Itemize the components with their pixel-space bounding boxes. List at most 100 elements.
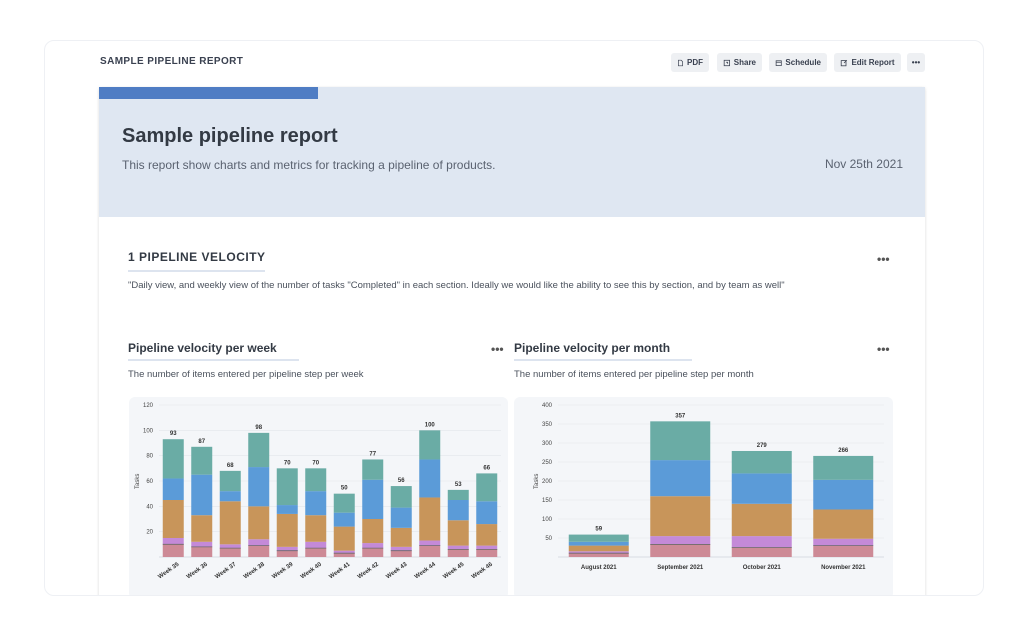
bar-segment xyxy=(248,506,270,540)
monthly-chart-title-underline xyxy=(514,359,692,361)
accent-strip xyxy=(99,87,318,99)
more-options-button[interactable]: ••• xyxy=(907,53,925,72)
x-tick-label: Week 36 xyxy=(186,561,210,580)
y-tick-label: 60 xyxy=(146,479,153,485)
bar-total-label: 87 xyxy=(198,439,205,445)
bar-segment xyxy=(276,550,298,557)
bar-segment xyxy=(305,491,327,516)
bar-total-label: 70 xyxy=(312,460,319,466)
x-tick-label: Week 41 xyxy=(328,561,352,580)
bar-segment xyxy=(162,544,184,557)
y-tick-label: 250 xyxy=(542,460,553,466)
bar-segment xyxy=(276,513,298,547)
bar-segment xyxy=(731,536,792,548)
monthly-chart: 50 100 150 200 250 300 350 400 Tasks 59 August 202… xyxy=(514,397,893,595)
bar-segment xyxy=(162,439,184,479)
y-tick-label: 300 xyxy=(542,441,553,447)
bar-segment xyxy=(813,479,874,510)
bar-segment xyxy=(419,545,441,557)
bar-segment xyxy=(476,501,498,525)
calendar-icon xyxy=(775,59,782,66)
bar-total-label: 93 xyxy=(170,431,177,437)
bar-segment xyxy=(813,509,874,539)
bar-segment xyxy=(650,421,711,461)
bar-segment xyxy=(731,450,792,474)
bar-segment xyxy=(305,548,327,557)
bar-segment xyxy=(568,541,629,546)
share-button-label: Share xyxy=(733,58,756,67)
edit-icon xyxy=(841,59,848,66)
bar-total-label: 279 xyxy=(757,443,768,449)
monthly-chart-more-button[interactable]: ••• xyxy=(877,342,890,356)
weekly-chart-subtitle: The number of items entered per pipeline… xyxy=(128,369,364,380)
report-header: Sample pipeline report This report show … xyxy=(99,87,925,217)
section-more-button[interactable]: ••• xyxy=(877,252,890,266)
bar-segment xyxy=(390,550,412,557)
bar-segment xyxy=(476,549,498,557)
bar-segment xyxy=(362,548,384,557)
schedule-button[interactable]: Schedule xyxy=(769,53,827,72)
bar-segment xyxy=(650,544,711,557)
bar-segment xyxy=(476,524,498,546)
bar-segment xyxy=(333,512,355,527)
bar-segment xyxy=(333,526,355,551)
weekly-chart-title: Pipeline velocity per week xyxy=(128,341,277,355)
bar-segment xyxy=(219,470,241,492)
section-description: "Daily view, and weekly view of the numb… xyxy=(128,280,785,291)
y-tick-label: 400 xyxy=(542,403,553,409)
bar-segment xyxy=(731,547,792,557)
bar-segment xyxy=(731,503,792,537)
x-tick-label: August 2021 xyxy=(581,565,617,571)
bar-segment xyxy=(390,546,412,551)
edit-report-button[interactable]: Edit Report xyxy=(834,53,901,72)
x-tick-label: Week 45 xyxy=(442,561,466,580)
report-description: This report show charts and metrics for … xyxy=(122,158,496,172)
bar-segment xyxy=(162,478,184,500)
bar-segment xyxy=(333,493,355,513)
bar-total-label: 56 xyxy=(398,478,405,484)
y-tick-label: 200 xyxy=(542,479,553,485)
schedule-button-label: Schedule xyxy=(785,58,821,67)
monthly-chart-svg: 50 100 150 200 250 300 350 400 Tasks 59 August 202… xyxy=(534,403,884,571)
y-axis-label: Tasks xyxy=(135,474,141,489)
weekly-chart-title-underline xyxy=(128,359,299,361)
bar-segment xyxy=(390,527,412,547)
x-tick-label: Week 43 xyxy=(385,561,409,580)
x-tick-label: November 2021 xyxy=(821,565,866,571)
bar-segment xyxy=(219,491,241,502)
bar-segment xyxy=(390,507,412,528)
bar-total-label: 266 xyxy=(838,448,849,454)
x-tick-label: Week 39 xyxy=(271,561,295,580)
bar-total-label: 357 xyxy=(675,413,686,419)
y-tick-label: 40 xyxy=(146,504,153,510)
bar-total-label: 66 xyxy=(483,465,490,471)
bar-segment xyxy=(219,544,241,549)
bar-segment xyxy=(476,473,498,502)
bar-total-label: 59 xyxy=(595,527,602,533)
bar-total-label: 77 xyxy=(369,451,376,457)
bar-segment xyxy=(447,489,469,500)
bar-segment xyxy=(419,497,441,541)
bar-segment xyxy=(276,505,298,514)
report-date: Nov 25th 2021 xyxy=(824,157,903,171)
y-tick-label: 20 xyxy=(146,530,153,536)
section-title: 1 PIPELINE VELOCITY xyxy=(128,250,266,264)
file-icon xyxy=(678,59,683,66)
bar-segment xyxy=(476,545,498,550)
report-window: SAMPLE PIPELINE REPORT PDF Share Schedul… xyxy=(44,40,984,596)
x-tick-label: Week 42 xyxy=(357,561,381,580)
bar-segment xyxy=(447,500,469,521)
bar-segment xyxy=(650,496,711,537)
pdf-button-label: PDF xyxy=(687,58,703,67)
pdf-button[interactable]: PDF xyxy=(671,53,709,72)
bar-segment xyxy=(248,432,270,468)
app-title: SAMPLE PIPELINE REPORT xyxy=(100,56,244,67)
bar-segment xyxy=(568,545,629,552)
more-options-label: ••• xyxy=(911,58,921,67)
bar-segment xyxy=(162,500,184,538)
weekly-chart-more-button[interactable]: ••• xyxy=(491,342,504,356)
bar-total-label: 53 xyxy=(455,482,462,488)
y-tick-label: 350 xyxy=(542,422,553,428)
share-button[interactable]: Share xyxy=(717,53,762,72)
bar-segment xyxy=(162,538,184,545)
